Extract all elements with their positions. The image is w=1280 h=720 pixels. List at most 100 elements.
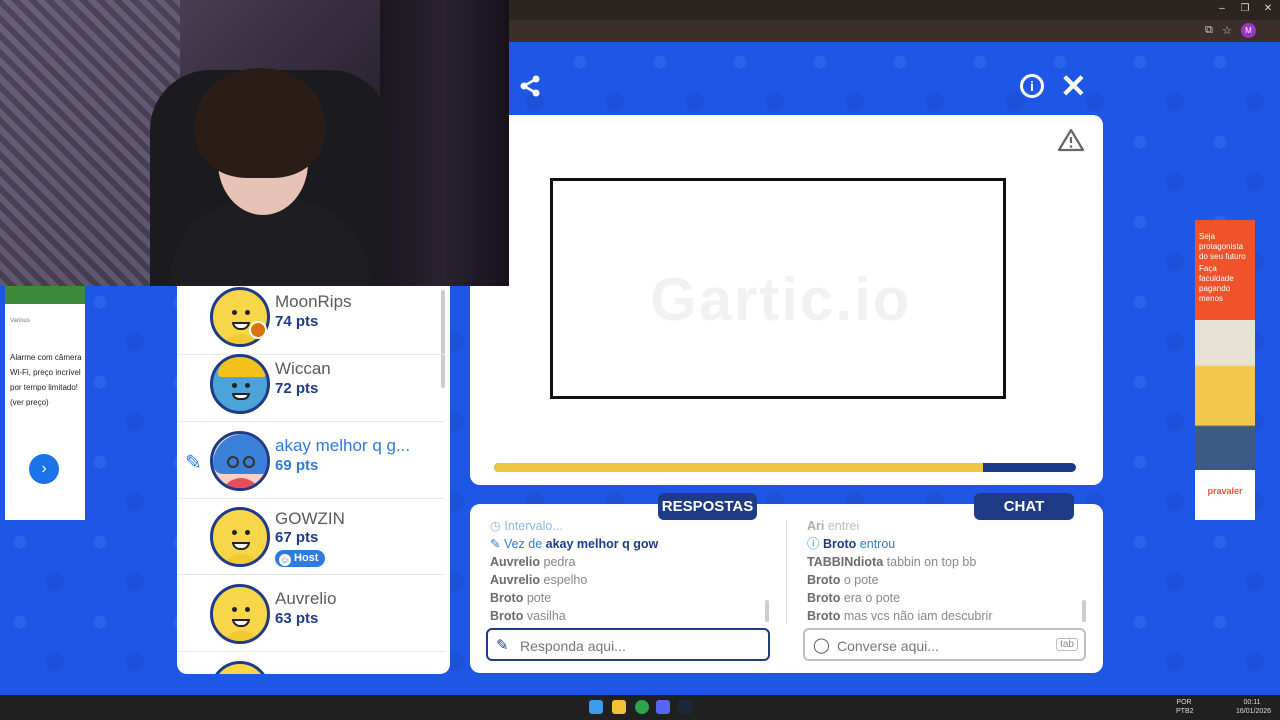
host-label: Host xyxy=(294,552,319,564)
player-avatar xyxy=(210,354,270,414)
player-avatar xyxy=(210,431,270,491)
answer-user: Broto xyxy=(490,609,524,623)
answer-text: espelho xyxy=(543,573,588,587)
pencil-icon: ✎ xyxy=(496,637,509,654)
ad-brand: Various xyxy=(10,318,30,324)
chrome-icon[interactable] xyxy=(635,700,649,714)
chat-row-join: ⓘ Broto entrou xyxy=(807,537,896,551)
list-item: Broto pote xyxy=(490,589,658,607)
status-dot-icon xyxy=(249,321,267,339)
player-row-drawing[interactable]: ✎ akay melhor q g... 69 pts xyxy=(177,422,445,499)
players-panel: MoonRips 74 pts Wiccan 72 pts ✎ akay mel… xyxy=(177,286,450,674)
host-smiley-icon: ☺ xyxy=(279,554,291,566)
ad-banner-top: Seja protagonista do seu futuro Faça fac… xyxy=(1195,220,1255,320)
chat-list: Ari entrei ⓘ Broto entrou TABBINdiota ta… xyxy=(807,517,992,625)
answer-text: vasilha xyxy=(526,609,566,623)
report-warning-icon[interactable] xyxy=(1058,128,1084,152)
player-points: 69 pts xyxy=(275,457,319,474)
discord-icon[interactable] xyxy=(656,700,670,714)
right-ad[interactable]: Seja protagonista do seu futuro Faça fac… xyxy=(1195,220,1255,520)
list-item: Auvrelio espelho xyxy=(490,571,658,589)
steam-icon[interactable] xyxy=(678,700,692,714)
player-name: Wiccan xyxy=(275,359,331,378)
chat-placeholder: Converse aqui... xyxy=(837,638,939,654)
player-avatar xyxy=(210,661,270,674)
list-item: Broto o pote xyxy=(807,571,992,589)
player-points: 67 pts xyxy=(275,529,319,546)
left-ad[interactable]: Various Alarme com câmera Wi-Fi, preço i… xyxy=(5,286,85,520)
tab-answers[interactable]: RESPOSTAS xyxy=(658,493,757,520)
answers-list: ◷ Intervalo... ✎ Vez de akay melhor q go… xyxy=(490,517,658,625)
start-menu-icon[interactable] xyxy=(589,700,603,714)
maximize-button[interactable]: ❐ xyxy=(1235,3,1255,14)
chat-bubble-icon: ◯ xyxy=(813,637,830,654)
bookmark-star-icon[interactable]: ☆ xyxy=(1222,24,1232,37)
minimize-button[interactable]: – xyxy=(1212,3,1232,14)
answer-user: Auvrelio xyxy=(490,555,541,569)
canvas-card-edge xyxy=(470,286,509,485)
answer-user: Auvrelio xyxy=(490,573,541,587)
ad-image xyxy=(5,286,85,304)
round-timer-bar xyxy=(494,463,1076,472)
player-name: akay melhor q g... xyxy=(275,436,411,455)
keyboard-layout: PTB2 xyxy=(1176,708,1194,715)
player-name: Auvrelio xyxy=(275,589,337,608)
chat-text: mas vcs não iam descubrir xyxy=(843,609,993,623)
profile-avatar[interactable]: M xyxy=(1241,23,1256,38)
language-indicator[interactable]: POR PTB2 xyxy=(1176,698,1194,716)
chat-text: entrei xyxy=(827,519,860,533)
answer-user: Broto xyxy=(490,591,524,605)
chat-input[interactable]: ◯ Converse aqui... tab xyxy=(803,628,1086,661)
answer-system-text: Intervalo... xyxy=(504,519,563,533)
player-name: MoonRips xyxy=(275,292,352,311)
answer-input[interactable]: ✎ Responda aqui... xyxy=(486,628,770,661)
answer-text: pote xyxy=(526,591,552,605)
ad-logo: pravaler xyxy=(1207,486,1243,496)
turn-user: akay melhor q gow xyxy=(545,537,659,551)
language-code: POR xyxy=(1176,699,1192,706)
clock[interactable]: 00:11 16/01/2026 xyxy=(1236,698,1271,716)
player-points: 74 pts xyxy=(275,313,319,330)
chat-user: TABBINdiota xyxy=(807,555,884,569)
gartic-watermark: Gartic.io xyxy=(650,266,912,333)
install-app-icon[interactable]: ⧉ xyxy=(1205,24,1213,37)
player-row[interactable]: GOWZIN 67 pts ☺ Host xyxy=(177,498,445,575)
file-explorer-icon[interactable] xyxy=(612,700,626,714)
ad-arrow-button[interactable]: › xyxy=(29,454,59,484)
host-badge: ☺ Host xyxy=(275,550,326,567)
answers-scrollbar[interactable] xyxy=(765,600,769,622)
ad-headline: Seja protagonista do seu futuro xyxy=(1199,232,1246,261)
share-icon[interactable] xyxy=(518,74,542,98)
list-item: Broto mas vcs não iam descubrir xyxy=(807,607,992,625)
close-window-button[interactable]: ✕ xyxy=(1258,3,1278,14)
ad-photo xyxy=(1195,320,1255,470)
chat-user: Broto xyxy=(807,573,841,587)
player-row[interactable]: Wiccan 72 pts xyxy=(177,345,445,422)
chat-user: Broto xyxy=(822,537,857,551)
chat-text: entrou xyxy=(859,537,896,551)
chat-text: o pote xyxy=(843,573,879,587)
info-icon[interactable]: i xyxy=(1020,74,1044,98)
answer-text: pedra xyxy=(543,555,576,569)
player-avatar xyxy=(210,507,270,567)
chat-user: Broto xyxy=(807,591,841,605)
player-row[interactable] xyxy=(177,652,445,674)
chat-user: Broto xyxy=(807,609,841,623)
answer-row-interval: ◷ Intervalo... xyxy=(490,519,563,533)
tab-shortcut-badge: tab xyxy=(1056,638,1078,651)
drawing-pencil-icon: ✎ xyxy=(185,452,202,474)
player-avatar xyxy=(210,584,270,644)
close-icon[interactable]: ✕ xyxy=(1060,70,1087,102)
player-row[interactable]: Auvrelio 63 pts xyxy=(177,575,445,652)
messages-divider xyxy=(786,520,787,624)
answer-placeholder: Responda aqui... xyxy=(520,638,626,654)
clock-time: 00:11 xyxy=(1243,699,1261,706)
tab-chat[interactable]: CHAT xyxy=(974,493,1074,520)
chat-scrollbar[interactable] xyxy=(1082,600,1086,622)
ad-text: Alarme com câmera Wi-Fi, preço incrível … xyxy=(10,353,82,407)
list-item: Broto era o pote xyxy=(807,589,992,607)
chat-user: Ari xyxy=(807,519,825,533)
list-item: Broto vasilha xyxy=(490,607,658,625)
player-name: GOWZIN xyxy=(275,509,345,528)
ad-subtext: Faça faculdade pagando menos xyxy=(1199,264,1234,303)
